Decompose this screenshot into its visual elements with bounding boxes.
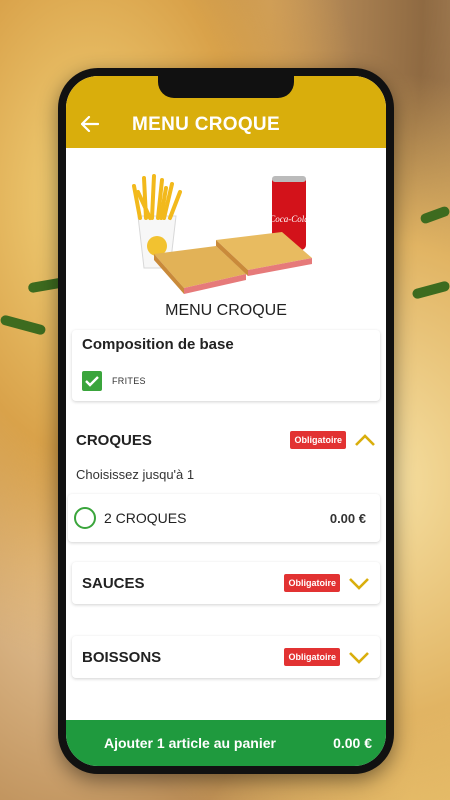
background-chive <box>0 314 47 336</box>
add-to-cart-button[interactable]: Ajouter 1 article au panier 0.00 € <box>66 720 386 766</box>
phone-screen: MENU CROQUE Coca-Cola MENU CROQUE Compos… <box>66 76 386 766</box>
product-name: MENU CROQUE <box>165 302 287 319</box>
group-croques: CROQUES Obligatoire Choisissez jusqu'à 1… <box>66 419 386 542</box>
checkbox-checked-icon[interactable] <box>82 371 102 391</box>
base-composition-title: Composition de base <box>82 336 234 353</box>
base-item-row[interactable]: FRITES <box>82 371 370 391</box>
chevron-down-icon[interactable] <box>348 576 370 590</box>
selection-hint: Choisissez jusqu'à 1 <box>76 467 195 482</box>
svg-text:Coca-Cola: Coca-Cola <box>269 214 309 224</box>
base-item-label: FRITES <box>112 376 146 386</box>
chevron-up-icon[interactable] <box>354 433 376 447</box>
group-header-croques[interactable]: CROQUES Obligatoire <box>66 419 386 461</box>
add-to-cart-label: Ajouter 1 article au panier <box>104 735 276 751</box>
group-header-boissons[interactable]: BOISSONS Obligatoire <box>72 636 380 678</box>
group-boissons[interactable]: BOISSONS Obligatoire <box>72 636 380 678</box>
option-price: 0.00 € <box>329 510 366 526</box>
cart-total-price: 0.00 € <box>333 735 372 751</box>
phone-notch <box>158 76 294 98</box>
required-badge: Obligatoire <box>284 648 340 666</box>
background-chive <box>411 280 450 300</box>
option-label: 2 CROQUES <box>104 510 187 526</box>
required-badge: Obligatoire <box>284 574 340 592</box>
page-title: MENU CROQUE <box>132 114 280 135</box>
option-row[interactable]: 2 CROQUES 0.00 € <box>68 494 380 542</box>
phone-frame: MENU CROQUE Coca-Cola MENU CROQUE Compos… <box>58 68 394 774</box>
group-title: SAUCES <box>82 574 145 592</box>
back-arrow-icon[interactable] <box>78 112 102 136</box>
group-sauces[interactable]: SAUCES Obligatoire <box>72 562 380 604</box>
product-image: Coca-Cola <box>66 148 386 298</box>
chevron-down-icon[interactable] <box>348 650 370 664</box>
background-chive <box>419 205 450 225</box>
group-title: CROQUES <box>76 431 152 449</box>
base-composition-card: Composition de base FRITES <box>72 330 380 401</box>
group-header-sauces[interactable]: SAUCES Obligatoire <box>72 562 380 604</box>
radio-button[interactable] <box>74 507 96 529</box>
group-title: BOISSONS <box>82 648 162 666</box>
croque-sandwich-icon <box>154 232 312 294</box>
required-badge: Obligatoire <box>290 431 346 449</box>
